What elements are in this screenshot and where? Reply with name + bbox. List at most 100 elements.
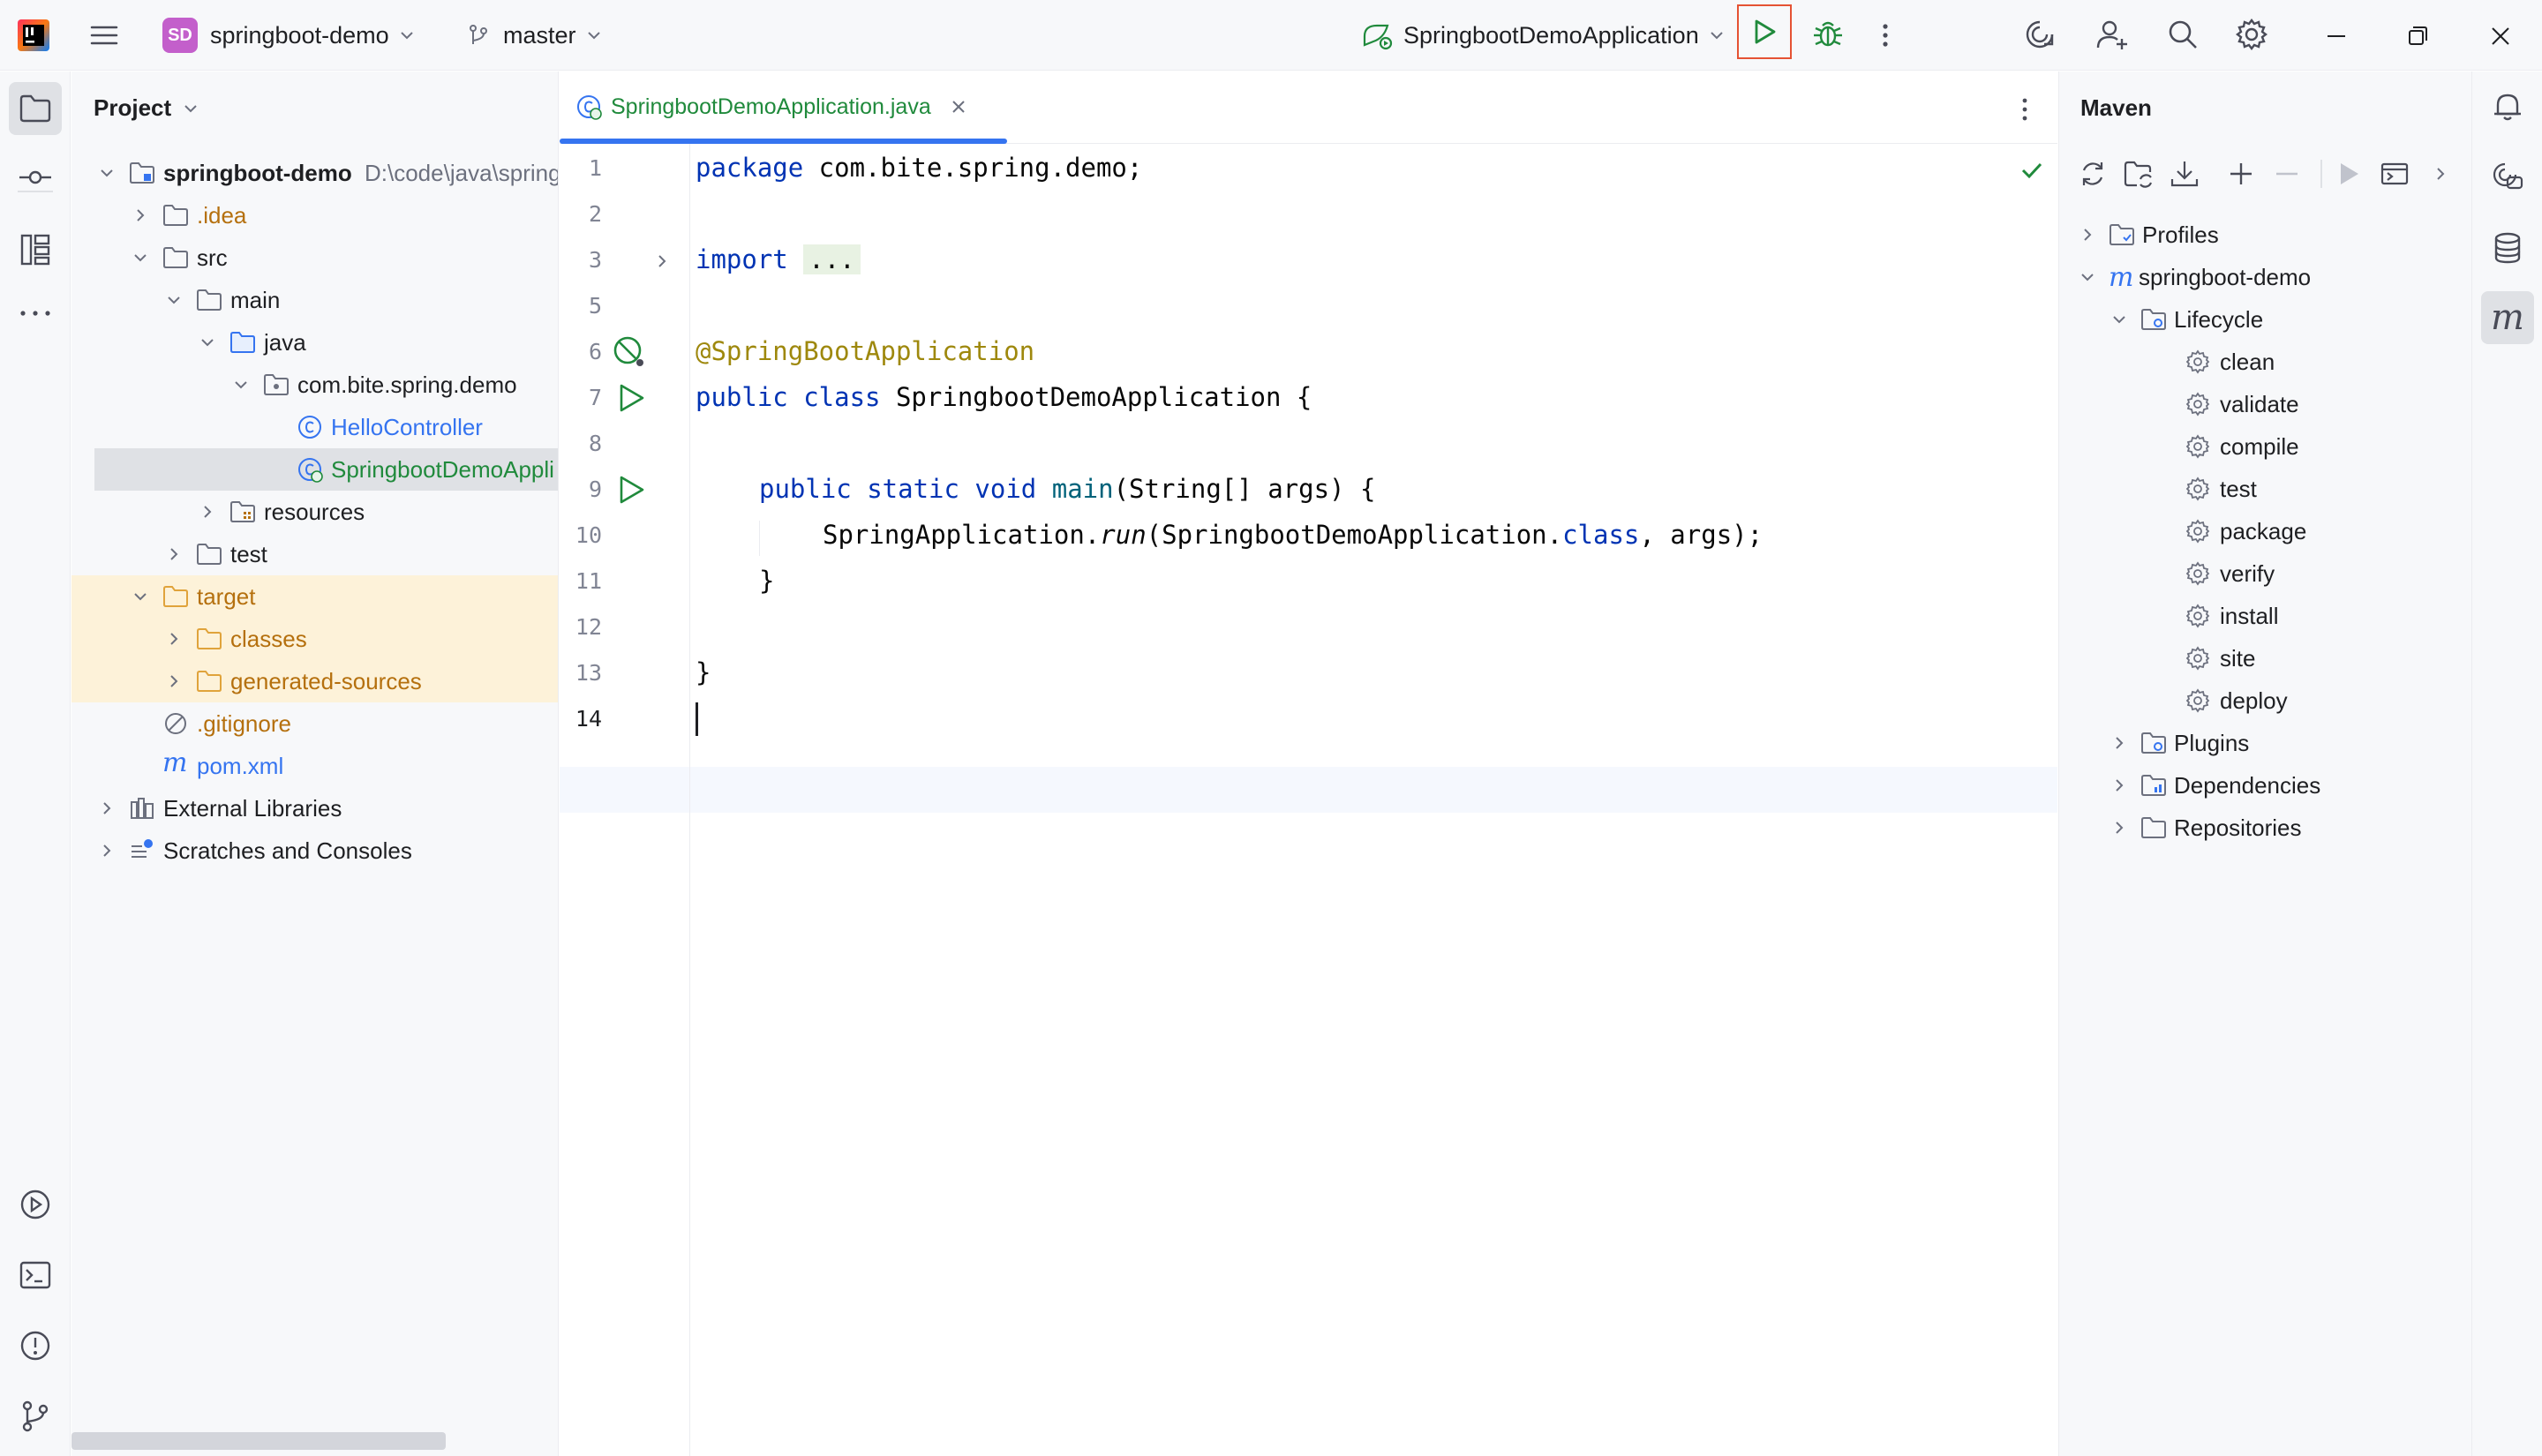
project-panel-header[interactable]: Project <box>94 94 199 122</box>
search-icon[interactable] <box>2166 18 2200 51</box>
code-line-6[interactable]: @SpringBootApplication <box>696 336 1034 366</box>
fold-expand-icon[interactable] <box>653 252 671 270</box>
main-menu-icon[interactable] <box>88 19 120 51</box>
tree-row[interactable]: Scratches and Consoles <box>71 829 558 872</box>
maven-tool-button[interactable]: m <box>2481 291 2534 344</box>
tree-row-root[interactable]: springboot-demo D:\code\java\spring <box>71 152 558 194</box>
structure-tool-button[interactable] <box>18 232 53 267</box>
line-number: 1 <box>588 155 602 181</box>
goal-label: clean <box>2220 348 2275 375</box>
goal-label: test <box>2220 475 2257 502</box>
tree-row[interactable]: main <box>71 279 558 321</box>
terminal-tool-button[interactable] <box>18 1257 53 1293</box>
tree-row[interactable]: classes <box>71 618 558 660</box>
code-line-1[interactable]: package com.bite.spring.demo; <box>696 153 1142 183</box>
tree-row[interactable]: test <box>71 533 558 575</box>
chevron-right-icon <box>2116 737 2124 749</box>
maven-repositories[interactable]: Repositories <box>2110 807 2302 849</box>
tree-row[interactable]: .gitignore <box>71 702 558 745</box>
tree-row[interactable]: src <box>71 236 558 279</box>
goal-label: verify <box>2220 559 2275 587</box>
tree-row[interactable]: .idea <box>71 194 558 236</box>
add-icon[interactable] <box>2225 158 2257 190</box>
spring-bean-gutter-icon[interactable] <box>613 335 646 369</box>
services-tool-button[interactable] <box>18 1187 53 1222</box>
run-gutter-icon[interactable] <box>616 475 646 505</box>
keyword: import <box>696 244 788 274</box>
code-line-13[interactable]: } <box>696 657 711 687</box>
code-line-10[interactable]: SpringApplication.run(SpringbootDemoAppl… <box>823 520 1763 550</box>
maven-goal[interactable]: compile <box>2185 425 2299 468</box>
maven-plugins[interactable]: Plugins <box>2110 722 2249 764</box>
keyword: package <box>696 153 804 183</box>
tree-label: SpringbootDemoAppli <box>331 455 554 483</box>
remove-icon[interactable] <box>2271 158 2303 190</box>
folded-imports[interactable]: ... <box>803 244 861 274</box>
code-line-7[interactable]: public class SpringbootDemoApplication { <box>696 382 1312 412</box>
maven-goal[interactable]: site <box>2185 637 2255 679</box>
minimize-icon[interactable] <box>2323 23 2350 49</box>
editor-tab[interactable]: SpringbootDemoApplication.java <box>575 86 966 128</box>
code-line-3[interactable]: import ... <box>696 244 861 274</box>
horizontal-scrollbar[interactable] <box>71 1432 446 1450</box>
tree-row-selected[interactable]: SpringbootDemoAppli <box>94 448 558 491</box>
branch-selector[interactable]: master <box>466 16 603 55</box>
restore-icon[interactable] <box>2404 23 2431 49</box>
run-button[interactable] <box>1737 4 1792 59</box>
maven-lifecycle[interactable]: Lifecycle <box>2110 298 2263 341</box>
tree-row[interactable]: m pom.xml <box>71 745 558 787</box>
settings-gear-icon[interactable] <box>2235 18 2268 51</box>
run-gutter-icon[interactable] <box>616 383 646 413</box>
git-tool-button[interactable] <box>18 1399 53 1434</box>
tree-row[interactable]: target <box>71 575 558 618</box>
code-line-9[interactable]: public static void main(String[] args) { <box>759 474 1375 504</box>
tree-row[interactable]: resources <box>71 491 558 533</box>
maven-profiles[interactable]: Profiles <box>2079 214 2219 256</box>
project-tool-button[interactable] <box>9 82 62 135</box>
divider <box>2320 160 2322 188</box>
tree-row[interactable]: java <box>71 321 558 364</box>
goal-gear-icon <box>2185 349 2210 374</box>
chevron-right-icon[interactable] <box>2432 165 2449 183</box>
tree-label: classes <box>230 625 307 652</box>
maven-goal[interactable]: clean <box>2185 341 2275 383</box>
run-maven-icon[interactable] <box>2333 158 2365 190</box>
download-icon[interactable] <box>2169 158 2200 190</box>
maven-goal[interactable]: deploy <box>2185 679 2288 722</box>
maven-goal[interactable]: test <box>2185 468 2257 510</box>
tree-row[interactable]: com.bite.spring.demo <box>71 364 558 406</box>
problems-tool-button[interactable] <box>18 1328 53 1363</box>
maven-goal[interactable]: validate <box>2185 383 2299 425</box>
tree-row[interactable]: HelloController <box>71 406 558 448</box>
notifications-tool-button[interactable] <box>2490 89 2525 124</box>
maven-goal[interactable]: install <box>2185 595 2278 637</box>
maven-goal[interactable]: package <box>2185 510 2306 552</box>
project-selector[interactable]: SD springboot-demo <box>162 16 416 55</box>
more-actions-icon[interactable] <box>1876 19 1894 51</box>
commit-tool-button[interactable] <box>18 160 53 195</box>
close-tab-icon[interactable] <box>951 99 966 115</box>
tree-row[interactable]: generated-sources <box>71 660 558 702</box>
run-config-selector[interactable]: SpringbootDemoApplication <box>1361 16 1726 55</box>
close-window-icon[interactable] <box>2487 23 2514 49</box>
ai-chat-tool-button[interactable] <box>2490 160 2525 195</box>
maven-dependencies[interactable]: Dependencies <box>2110 764 2320 807</box>
reimport-folder-icon[interactable] <box>2123 158 2155 190</box>
reload-icon[interactable] <box>2077 158 2109 190</box>
code-with-me-icon[interactable] <box>2095 18 2129 51</box>
chevron-down-icon <box>400 32 413 40</box>
more-tools-icon[interactable] <box>18 304 53 322</box>
code-line-11[interactable]: } <box>759 566 774 596</box>
tree-row[interactable]: External Libraries <box>71 787 558 829</box>
execute-goal-icon[interactable] <box>2379 158 2410 190</box>
debug-button[interactable] <box>1811 18 1845 51</box>
line-number: 14 <box>575 706 602 732</box>
line-number: 9 <box>588 477 602 502</box>
ai-assistant-icon[interactable] <box>2023 18 2057 51</box>
inspection-ok-icon[interactable] <box>2019 158 2044 183</box>
maven-project[interactable]: m springboot-demo <box>2079 256 2311 298</box>
maven-label: Dependencies <box>2174 771 2321 799</box>
maven-goal[interactable]: verify <box>2185 552 2275 595</box>
database-tool-button[interactable] <box>2490 230 2525 266</box>
tab-actions-icon[interactable] <box>2016 94 2034 124</box>
